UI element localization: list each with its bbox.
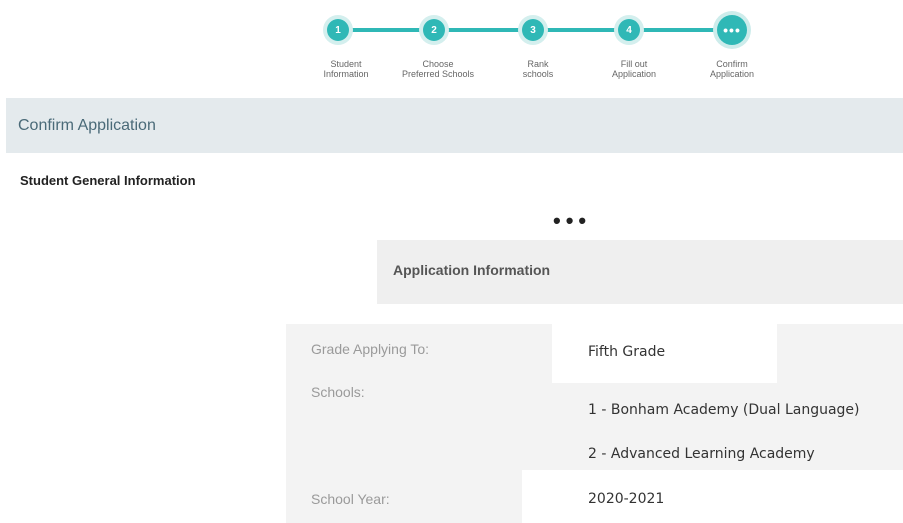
step-2-label-line2: Preferred Schools [401, 69, 475, 79]
page: 1 2 3 4 ••• Student Information Choose P… [0, 0, 903, 523]
grade-applying-to-label: Grade Applying To: [311, 341, 430, 357]
school-item-2: 2 - Advanced Learning Academy [588, 446, 815, 462]
step-4-circle[interactable]: 4 [618, 19, 640, 41]
progress-stepper: 1 2 3 4 ••• Student Information Choose P… [0, 0, 903, 95]
step-3-label-line1: Rank [527, 59, 549, 69]
step-3-circle[interactable]: 3 [522, 19, 544, 41]
step-2-label-line1: Choose [422, 59, 454, 69]
confirm-application-header: Confirm Application [6, 98, 903, 153]
grade-applying-to-value: Fifth Grade [588, 344, 666, 360]
step-5-label-line2: Application [709, 69, 755, 79]
student-general-information-heading: Student General Information [20, 173, 196, 188]
ellipsis-separator: ••• [553, 208, 592, 233]
school-item-1: 1 - Bonham Academy (Dual Language) [588, 402, 860, 418]
application-information-header: Application Information [377, 240, 903, 304]
step-2-circle[interactable]: 2 [423, 19, 445, 41]
step-4-label: Fill out Application [579, 59, 689, 79]
step-1-circle[interactable]: 1 [327, 19, 349, 41]
schools-label: Schools: [311, 384, 365, 400]
year-value-box [522, 470, 903, 523]
page-title: Confirm Application [18, 117, 156, 134]
step-3-label-line2: schools [522, 69, 554, 79]
application-information-title: Application Information [393, 262, 551, 278]
school-year-label: School Year: [311, 491, 390, 507]
step-3-label: Rank schools [483, 59, 593, 79]
school-year-value: 2020-2021 [588, 491, 665, 507]
step-5-label: Confirm Application [677, 59, 787, 79]
step-2-label: Choose Preferred Schools [383, 59, 493, 79]
step-4-label-line1: Fill out [620, 59, 648, 69]
step-5-label-line1: Confirm [716, 59, 748, 69]
step-4-label-line2: Application [611, 69, 657, 79]
step-5-current-circle[interactable]: ••• [717, 15, 747, 45]
